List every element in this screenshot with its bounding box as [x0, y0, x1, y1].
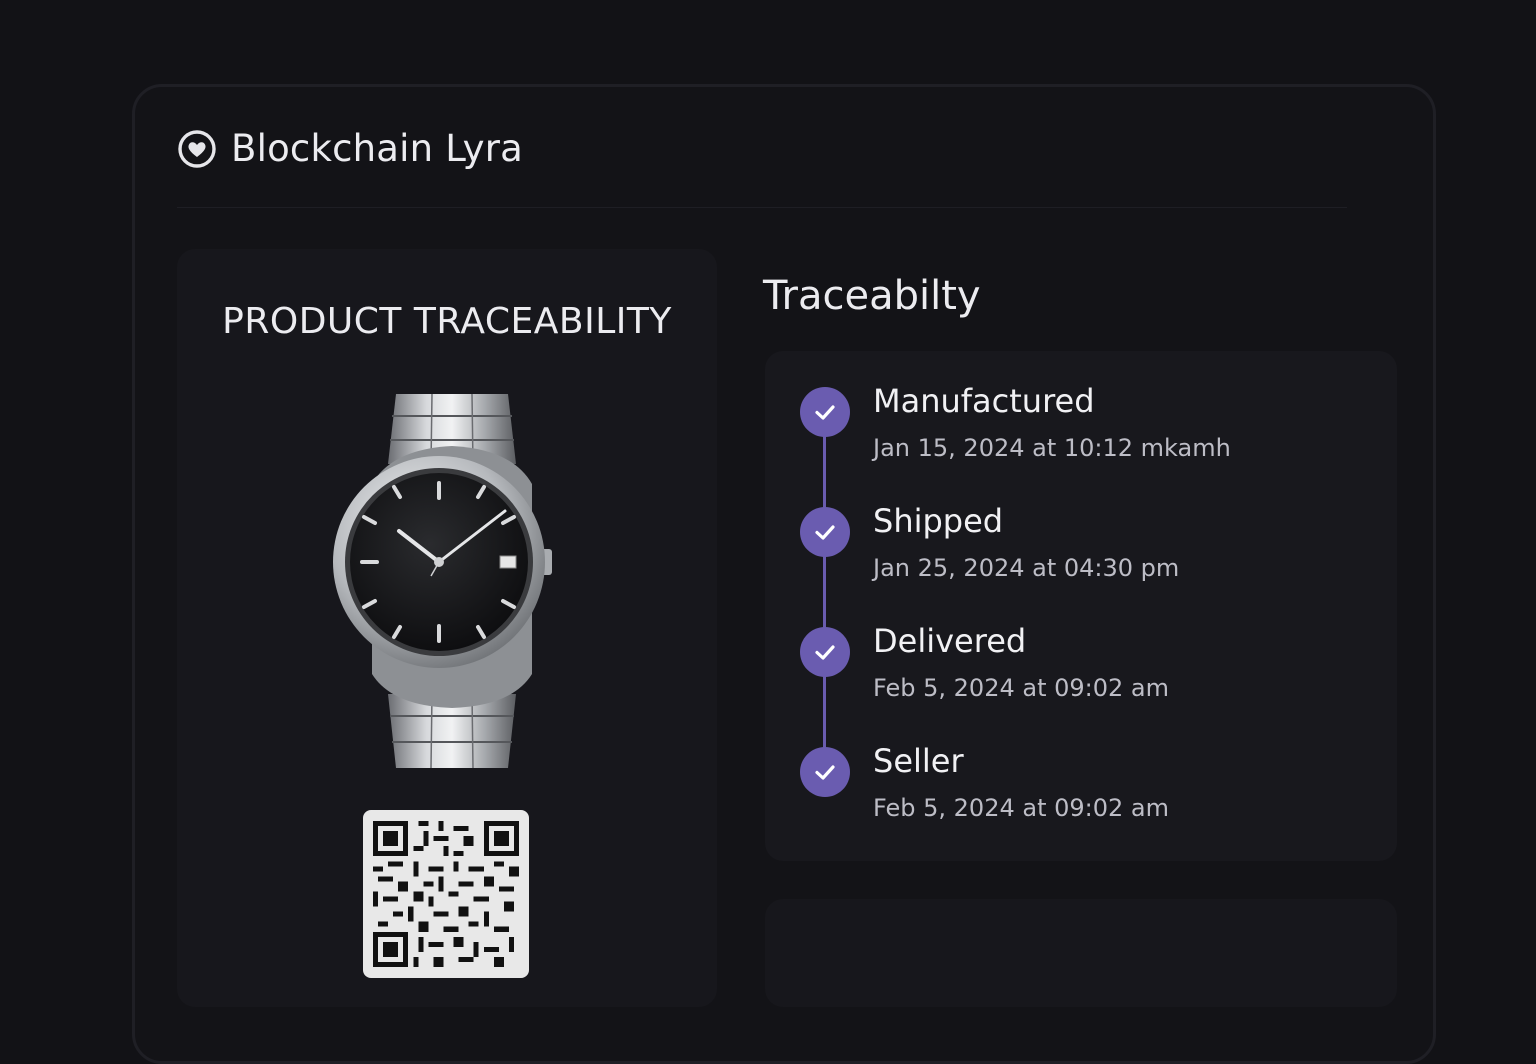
- check-icon: [800, 627, 850, 677]
- step-label: Seller: [873, 742, 964, 780]
- step-timestamp: Feb 5, 2024 at 09:02 am: [873, 674, 1169, 702]
- step-label: Manufactured: [873, 382, 1095, 420]
- step-timestamp: Jan 25, 2024 at 04:30 pm: [873, 554, 1180, 582]
- step-label: Delivered: [873, 622, 1027, 660]
- step-label: Shipped: [873, 502, 1004, 540]
- timeline-step-seller: Seller Feb 5, 2024 at 09:02 am: [765, 742, 1397, 857]
- check-icon: [800, 507, 850, 557]
- app-window: Blockchain Lyra PRODUCT TRACEABILITY Tra…: [132, 84, 1436, 1064]
- traceability-heading: Traceabilty: [763, 273, 981, 319]
- empty-panel: [765, 899, 1397, 1007]
- wristwatch-image: [333, 394, 552, 769]
- check-icon: [800, 387, 850, 437]
- step-timestamp: Jan 15, 2024 at 10:12 mkamh: [873, 434, 1231, 462]
- timeline-step-delivered: Delivered Feb 5, 2024 at 09:02 am: [765, 622, 1397, 737]
- traceability-timeline: Manufactured Jan 15, 2024 at 10:12 mkamh…: [765, 351, 1397, 861]
- step-timestamp: Feb 5, 2024 at 09:02 am: [873, 794, 1169, 822]
- qr-code[interactable]: [363, 810, 529, 978]
- header-divider: [177, 207, 1347, 208]
- heart-circle-icon: [178, 129, 216, 168]
- app-header: Blockchain Lyra: [177, 127, 523, 170]
- product-card: PRODUCT TRACEABILITY: [177, 249, 717, 1007]
- timeline-step-manufactured: Manufactured Jan 15, 2024 at 10:12 mkamh: [765, 382, 1397, 497]
- qr-code-icon: [373, 821, 519, 967]
- timeline-step-shipped: Shipped Jan 25, 2024 at 04:30 pm: [765, 502, 1397, 617]
- product-heading: PRODUCT TRACEABILITY: [222, 301, 672, 342]
- check-icon: [800, 747, 850, 797]
- app-title: Blockchain Lyra: [231, 127, 524, 170]
